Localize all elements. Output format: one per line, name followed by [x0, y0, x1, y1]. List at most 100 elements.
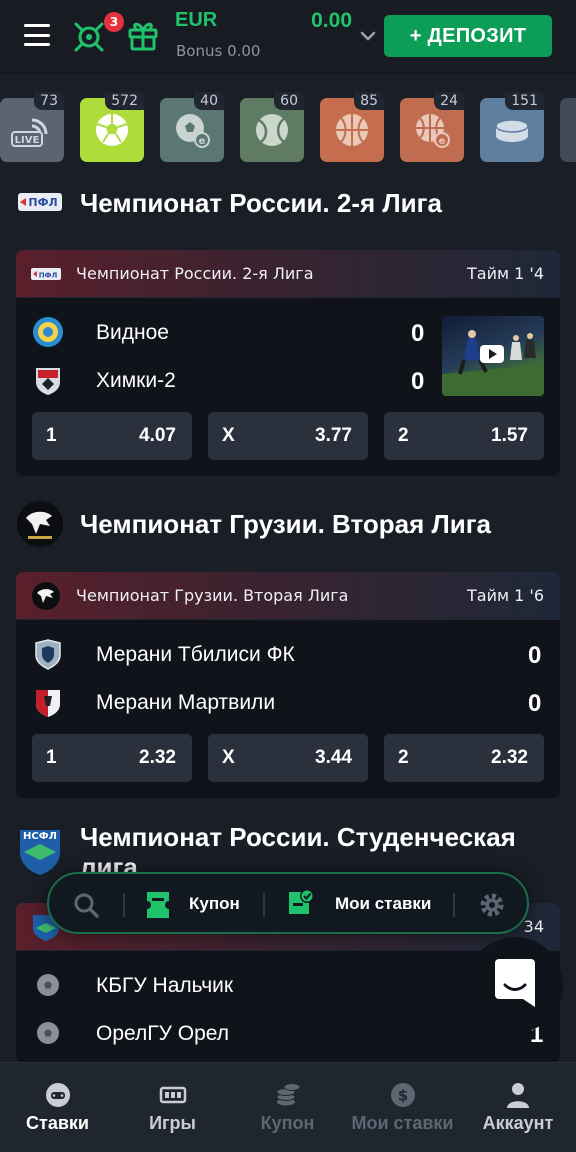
nav-item-bets[interactable]: Ставки [0, 1063, 115, 1152]
sports-carousel: 73 LIVE 572 40 e 60 85 24 e 151 [0, 92, 576, 164]
efootball-icon: e [176, 114, 210, 148]
odds-button-home[interactable]: 1 2.32 [32, 734, 192, 782]
team-name: КБГУ Нальчик [96, 974, 234, 997]
odds-row: 1 4.07 X 3.77 2 1.57 [32, 412, 544, 460]
hockey-icon [495, 119, 529, 142]
odds-button-draw[interactable]: X 3.44 [208, 734, 368, 782]
tennis-icon [256, 114, 288, 146]
main-balance: 0.00 [311, 9, 352, 32]
league-title: Чемпионат России. 2-я Лига [80, 188, 442, 218]
svg-text:e: e [199, 136, 206, 147]
currency-label: EUR [175, 9, 218, 31]
team-row-home: Видное [32, 312, 452, 352]
gift-icon[interactable] [126, 18, 160, 52]
sport-count: 151 [505, 92, 544, 110]
sport-tile-basketball[interactable]: 85 [320, 92, 384, 162]
user-icon [507, 1083, 529, 1108]
nav-item-coupon[interactable]: Купон [230, 1063, 345, 1152]
rewards-badge: 3 [104, 12, 124, 32]
sport-count: 24 [434, 92, 464, 110]
team-logo-merani-martvili [36, 690, 60, 717]
top-header: 3 EUR Bonus 0.00 0.00 + ДЕПОЗИТ [0, 0, 576, 74]
odds-button-draw[interactable]: X 3.77 [208, 412, 368, 460]
sport-tile-live[interactable]: 73 LIVE [0, 92, 64, 162]
team-name: Мерани Тбилиси ФК [96, 643, 295, 666]
team-logo-placeholder-ball [37, 974, 59, 996]
match-card[interactable]: Чемпионат Грузии. Вторая Лига Тайм 1 '6 … [16, 572, 560, 798]
match-card-header: Чемпионат Грузии. Вторая Лига Тайм 1 '6 [16, 572, 560, 620]
league-logo-pfl: ПФЛ [31, 268, 61, 280]
my-bets-button[interactable]: Мои ставки [287, 884, 457, 924]
video-preview-image [442, 330, 544, 396]
divider [263, 893, 265, 917]
odds-label: 1 [46, 747, 57, 768]
nav-item-my-bets[interactable]: $ Мои ставки [345, 1063, 460, 1152]
nav-item-games[interactable]: Игры [115, 1063, 230, 1152]
sport-tile-football[interactable]: 572 [80, 92, 144, 162]
chat-support-button[interactable] [467, 937, 563, 1033]
deposit-button[interactable]: + ДЕПОЗИТ [384, 15, 552, 57]
nav-label: Игры [149, 1113, 196, 1133]
gamepad-icon [45, 1083, 70, 1107]
coupon-button[interactable]: Купон [145, 884, 263, 924]
rewards-icon[interactable] [72, 20, 106, 54]
svg-text:НСФЛ: НСФЛ [23, 831, 57, 842]
odds-value: 1.57 [491, 425, 528, 446]
bottom-navigation: Ставки Игры Купон $ Мои ставки Аккаунт [0, 1062, 576, 1152]
score-away: 0 [528, 690, 542, 717]
dollar-icon: $ [390, 1083, 415, 1107]
my-bets-icon [289, 889, 314, 914]
team-row-home: Мерани Тбилиси ФК [32, 634, 452, 674]
nav-item-account[interactable]: Аккаунт [460, 1063, 576, 1152]
score-home: 0 [411, 320, 425, 347]
floating-bet-bar: Купон Мои ставки [47, 872, 529, 934]
football-icon [96, 114, 128, 146]
svg-text:ПФЛ: ПФЛ [39, 272, 58, 280]
team-name: Видное [96, 321, 169, 344]
league-logo-pfl: ПФЛ [18, 193, 62, 211]
team-logo-vidnoe [33, 317, 63, 347]
live-icon: LIVE [11, 118, 48, 147]
svg-text:e: e [439, 136, 446, 147]
odds-value: 2.32 [491, 747, 528, 768]
bonus-balance: Bonus 0.00 [176, 42, 261, 60]
menu-icon[interactable] [24, 24, 50, 46]
sport-tile-hockey[interactable]: 151 [480, 92, 544, 162]
league-logo-georgia [17, 501, 63, 547]
odds-button-away[interactable]: 2 2.32 [384, 734, 544, 782]
card-league-name: Чемпионат Грузии. Вторая Лига [76, 586, 349, 605]
match-card[interactable]: ПФЛ Чемпионат России. 2-я Лига Тайм 1 '4… [16, 250, 560, 476]
odds-value: 3.44 [315, 747, 352, 768]
sport-count: 572 [105, 92, 144, 110]
sport-tile-efootball[interactable]: 40 e [160, 92, 224, 162]
chevron-down-icon[interactable] [360, 30, 376, 42]
gear-icon[interactable] [479, 892, 505, 918]
chat-icon [495, 959, 535, 1007]
league-title-line: Чемпионат России. Студенческая [80, 822, 516, 852]
league-logo-georgia [32, 582, 60, 610]
team-row-away: Химки-2 [32, 360, 452, 400]
sport-tile-more[interactable] [560, 98, 576, 162]
sport-count: 40 [194, 92, 224, 110]
match-period: Тайм 1 '6 [467, 586, 544, 605]
search-icon[interactable] [73, 892, 99, 918]
odds-label: X [222, 747, 235, 768]
sport-tile-tennis[interactable]: 60 [240, 92, 304, 162]
team-name: ОрелГУ Орел [96, 1022, 230, 1045]
coupon-icon [147, 892, 169, 918]
nav-label: Купон [260, 1113, 315, 1133]
odds-row: 1 2.32 X 3.44 2 2.32 [32, 734, 544, 782]
odds-button-home[interactable]: 1 4.07 [32, 412, 192, 460]
odds-button-away[interactable]: 2 1.57 [384, 412, 544, 460]
coupon-label: Купон [189, 894, 240, 913]
card-league-name: Чемпионат России. 2-я Лига [76, 264, 314, 283]
odds-value: 4.07 [139, 425, 176, 446]
sport-tile-ebasketball[interactable]: 24 e [400, 92, 464, 162]
divider [453, 893, 455, 917]
match-video-thumbnail[interactable] [442, 316, 544, 396]
svg-text:ПФЛ: ПФЛ [28, 196, 57, 209]
team-row-home: КБГУ Нальчик [32, 965, 452, 1005]
odds-label: 1 [46, 425, 57, 446]
team-name: Мерани Мартвили [96, 691, 276, 714]
svg-text:$: $ [397, 1087, 407, 1105]
